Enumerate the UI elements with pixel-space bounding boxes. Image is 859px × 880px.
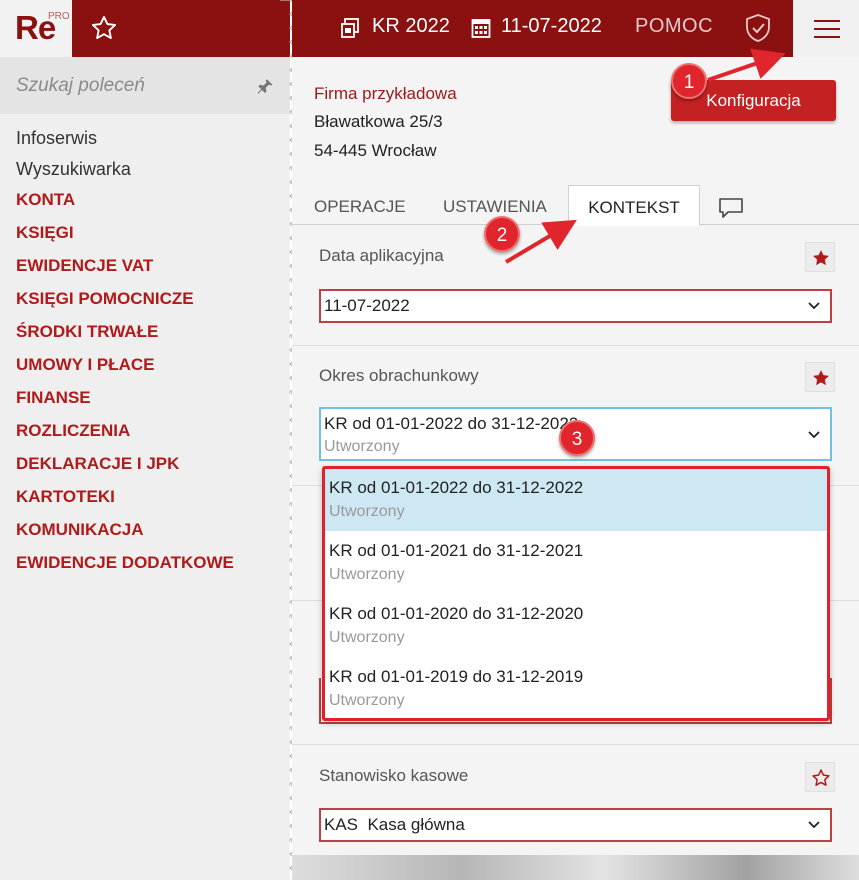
tab-operacje[interactable]: OPERACJE xyxy=(314,185,406,225)
sidebar-item-wyszukiwarka[interactable]: Wyszukiwarka xyxy=(16,155,234,186)
app-logo[interactable]: Re PRO xyxy=(0,0,72,57)
sidebar-item-finanse[interactable]: FINANSE xyxy=(16,384,234,417)
option-status: Utworzony xyxy=(329,692,405,709)
annotation-badge-2: 2 xyxy=(484,216,520,252)
date-select-value: 11-07-2022 xyxy=(324,296,410,315)
sidebar-item-komunikacja[interactable]: KOMUNIKACJA xyxy=(16,516,234,549)
tab-bar: OPERACJE USTAWIENIA KONTEKST xyxy=(292,185,859,226)
period-icon xyxy=(341,18,359,38)
sidebar-item-ewidencje-vat[interactable]: EWIDENCJE VAT xyxy=(16,252,234,285)
chevron-down-icon xyxy=(808,431,820,439)
cash-station-select[interactable]: KAS Kasa główna xyxy=(319,808,832,842)
sidebar-item-konta[interactable]: KONTA xyxy=(16,186,234,219)
chevron-down-icon xyxy=(808,821,820,829)
sidebar-item-ksiegi[interactable]: KSIĘGI xyxy=(16,219,234,252)
date-select[interactable]: 11-07-2022 xyxy=(319,289,832,323)
tab-kontekst[interactable]: KONTEKST xyxy=(568,185,700,226)
annotation-badge-3: 3 xyxy=(559,420,595,456)
company-city: 54-445 Wrocław xyxy=(314,141,437,160)
dropdown-option[interactable]: KR od 01-01-2020 do 31-12-2020 Utworzony xyxy=(325,595,827,657)
sidebar-item-rozliczenia[interactable]: ROZLICZENIA xyxy=(16,417,234,450)
command-search xyxy=(0,57,290,114)
option-label: KR od 01-01-2022 do 31-12-2022 xyxy=(329,478,584,497)
sidebar-item-ksiegi-pomocnicze[interactable]: KSIĘGI POMOCNICZE xyxy=(16,285,234,318)
sidebar-menu: Infoserwis Wyszukiwarka KONTA KSIĘGI EWI… xyxy=(16,124,234,582)
star-filled-icon xyxy=(813,370,829,386)
chat-icon[interactable] xyxy=(718,197,744,219)
favorite-toggle[interactable] xyxy=(805,242,835,272)
search-input[interactable] xyxy=(16,73,246,99)
sidebar-item-infoserwis[interactable]: Infoserwis xyxy=(16,124,234,155)
sidebar-item-ewidencje-dodatkowe[interactable]: EWIDENCJE DODATKOWE xyxy=(16,549,234,582)
dropdown-option[interactable]: KR od 01-01-2022 do 31-12-2022 Utworzony xyxy=(325,469,827,531)
sidebar: Re PRO Infoserwis Wyszukiwarka KONTA KSI… xyxy=(0,0,290,880)
favorites-star-icon[interactable] xyxy=(90,14,118,42)
period-selector[interactable]: KR 2022 xyxy=(372,15,450,38)
option-label: KR od 01-01-2021 do 31-12-2021 xyxy=(329,541,584,560)
section-label-stanowisko: Stanowisko kasowe xyxy=(319,766,469,785)
star-outline-icon xyxy=(812,769,830,786)
star-filled-icon xyxy=(813,250,829,266)
period-dropdown-list: KR od 01-01-2022 do 31-12-2022 Utworzony… xyxy=(322,466,830,721)
option-label: KR od 01-01-2019 do 31-12-2019 xyxy=(329,667,584,686)
pin-icon[interactable] xyxy=(256,78,274,96)
sidebar-item-srodki-trwale[interactable]: ŚRODKI TRWAŁE xyxy=(16,318,234,351)
period-select-status: Utworzony xyxy=(324,438,400,455)
logo-superscript: PRO xyxy=(48,11,70,22)
help-link[interactable]: POMOC xyxy=(635,15,713,38)
option-status: Utworzony xyxy=(329,503,405,520)
favorite-toggle[interactable] xyxy=(805,362,835,392)
section-divider xyxy=(292,345,859,346)
option-status: Utworzony xyxy=(329,629,405,646)
date-selector[interactable]: 11-07-2022 xyxy=(501,15,602,38)
main-menu-button[interactable] xyxy=(793,0,859,57)
sidebar-item-kartoteki[interactable]: KARTOTEKI xyxy=(16,483,234,516)
top-bar: KR 2022 11-07-2022 POMOC xyxy=(292,0,793,57)
section-label-okres: Okres obrachunkowy xyxy=(319,366,479,385)
annotation-badge-1: 1 xyxy=(671,63,707,99)
sidebar-item-umowy-i-place[interactable]: UMOWY I PŁACE xyxy=(16,351,234,384)
period-select-value: KR od 01-01-2022 do 31-12-2022 xyxy=(324,414,579,433)
company-name: Firma przykładowa xyxy=(314,84,457,103)
company-street: Bławatkowa 25/3 xyxy=(314,112,443,131)
section-divider xyxy=(292,744,859,745)
dropdown-option[interactable]: KR od 01-01-2019 do 31-12-2019 Utworzony xyxy=(325,658,827,720)
option-status: Utworzony xyxy=(329,566,405,583)
calendar-icon xyxy=(471,19,491,38)
chevron-down-icon xyxy=(808,302,820,310)
section-label-data-aplikacyjna: Data aplikacyjna xyxy=(319,246,444,265)
sidebar-item-deklaracje-i-jpk[interactable]: DEKLARACJE I JPK xyxy=(16,450,234,483)
shield-check-icon[interactable] xyxy=(744,13,772,43)
dropdown-option[interactable]: KR od 01-01-2021 do 31-12-2021 Utworzony xyxy=(325,532,827,594)
background-image xyxy=(292,855,859,880)
sidebar-header: Re PRO xyxy=(0,0,290,57)
hamburger-menu-icon xyxy=(814,20,840,38)
option-label: KR od 01-01-2020 do 31-12-2020 xyxy=(329,604,584,623)
favorite-toggle[interactable] xyxy=(805,762,835,792)
cash-station-value: KAS Kasa główna xyxy=(324,815,465,834)
